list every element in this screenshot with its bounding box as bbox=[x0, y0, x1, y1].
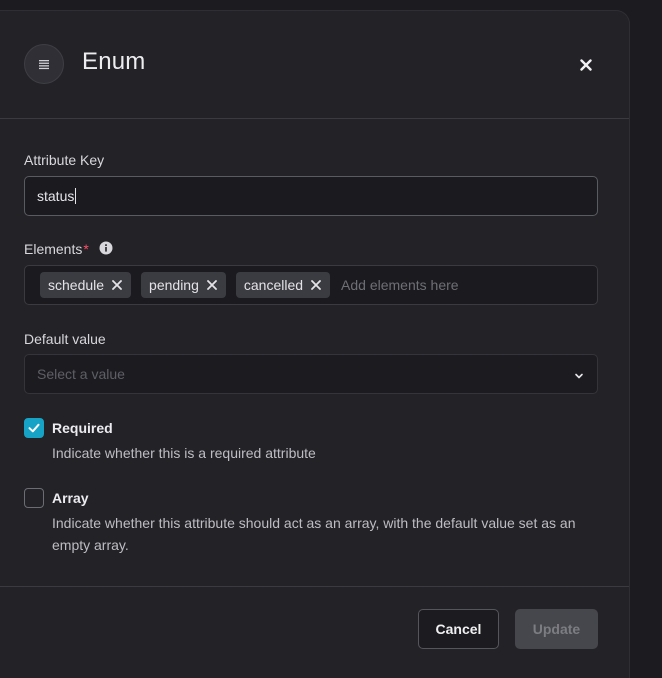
required-description: Indicate whether this is a required attr… bbox=[52, 445, 316, 461]
required-marker: * bbox=[83, 241, 89, 257]
remove-tag-icon[interactable] bbox=[112, 280, 122, 290]
check-icon bbox=[28, 423, 40, 433]
dialog-header: Enum bbox=[0, 11, 629, 119]
elements-label: Elements* bbox=[24, 241, 113, 258]
tag-list: schedule pending cancelled Add elements … bbox=[40, 272, 459, 298]
cancel-button[interactable]: Cancel bbox=[418, 609, 499, 649]
elements-label-text: Elements bbox=[24, 241, 83, 257]
enum-attribute-dialog: Enum Attribute Key status Elements* sche… bbox=[0, 10, 630, 678]
required-checkbox[interactable] bbox=[24, 418, 44, 438]
tag-label: schedule bbox=[48, 277, 105, 293]
element-tag: schedule bbox=[40, 272, 132, 298]
default-value-placeholder: Select a value bbox=[37, 366, 125, 382]
footer-divider bbox=[0, 586, 629, 587]
attribute-key-value: status bbox=[37, 188, 77, 204]
required-title: Required bbox=[52, 420, 113, 436]
tag-label: pending bbox=[149, 277, 199, 293]
list-icon bbox=[24, 44, 64, 84]
remove-tag-icon[interactable] bbox=[206, 280, 217, 290]
update-button[interactable]: Update bbox=[515, 609, 598, 649]
background-content bbox=[634, 36, 662, 54]
elements-tag-input[interactable]: schedule pending cancelled Add elements … bbox=[24, 265, 598, 305]
tag-label: cancelled bbox=[243, 277, 304, 293]
array-description: Indicate whether this attribute should a… bbox=[52, 515, 576, 553]
text-caret bbox=[75, 188, 77, 204]
info-icon[interactable] bbox=[99, 241, 113, 258]
dialog-title: Enum bbox=[82, 48, 146, 75]
element-tag: pending bbox=[141, 272, 226, 298]
remove-tag-icon[interactable] bbox=[311, 280, 321, 290]
attribute-key-label: Attribute Key bbox=[24, 152, 105, 168]
array-title: Array bbox=[52, 490, 89, 506]
array-checkbox[interactable] bbox=[24, 488, 44, 508]
chevron-down-icon bbox=[574, 368, 584, 386]
add-elements-placeholder[interactable]: Add elements here bbox=[341, 277, 459, 293]
default-value-select[interactable]: Select a value bbox=[24, 354, 598, 394]
default-value-label: Default value bbox=[24, 331, 106, 347]
element-tag: cancelled bbox=[235, 272, 331, 298]
close-icon[interactable] bbox=[574, 53, 598, 77]
attribute-key-input[interactable]: status bbox=[24, 176, 598, 216]
